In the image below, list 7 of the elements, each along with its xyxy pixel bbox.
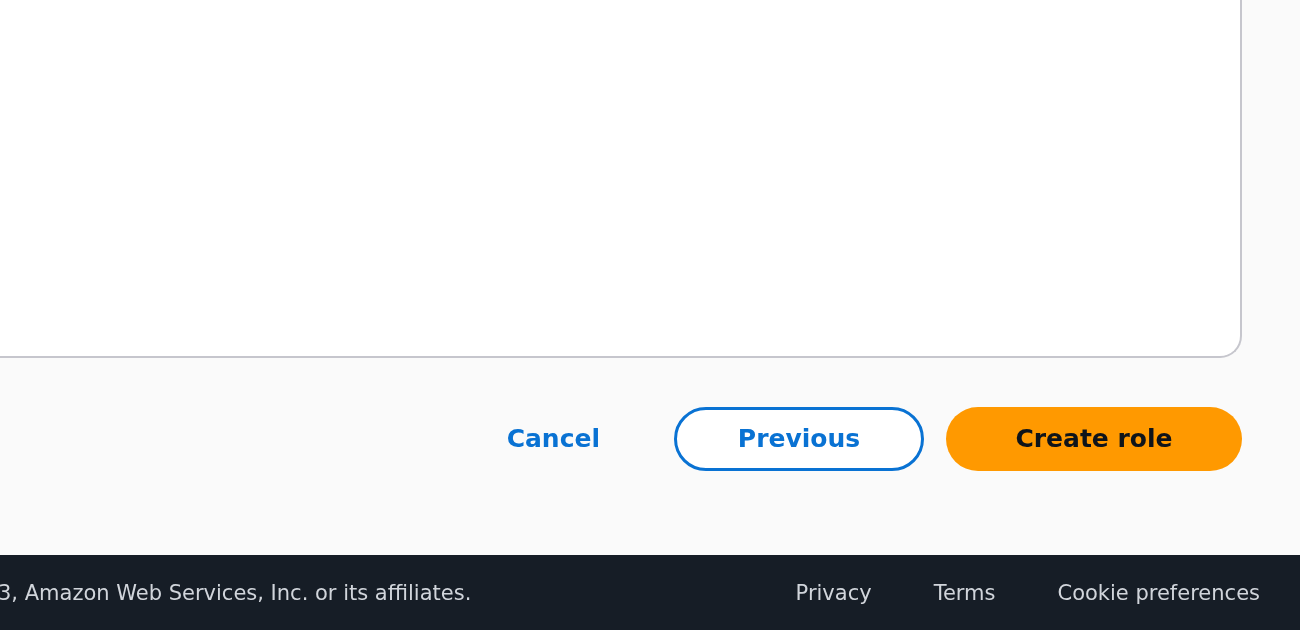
previous-button[interactable]: Previous [674, 406, 924, 471]
footer-link[interactable]: Cookie preferences [1057, 580, 1260, 605]
cancel-link[interactable]: Cancel [502, 406, 604, 471]
footer-link[interactable]: Privacy [795, 580, 872, 605]
copyright-text: 3, Amazon Web Services, Inc. or its affiliates. [0, 580, 473, 605]
footer-link[interactable]: Terms [933, 580, 996, 605]
create-role-button[interactable]: Create role [946, 406, 1242, 471]
